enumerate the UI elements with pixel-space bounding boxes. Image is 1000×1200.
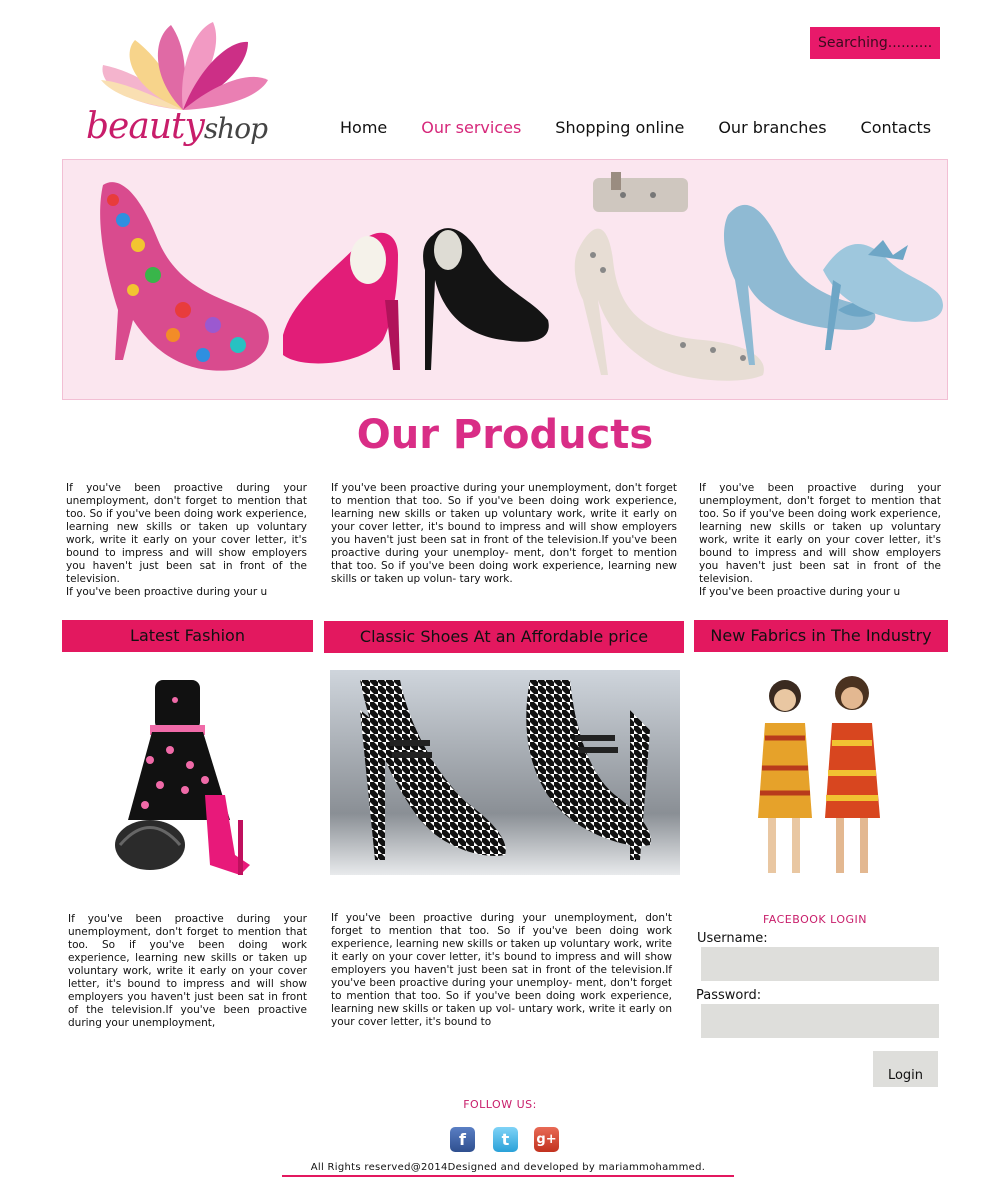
hero-banner: [62, 159, 948, 400]
blue-bow-shoes-image: [723, 204, 943, 365]
black-pump-image: [423, 228, 549, 370]
page-title: Our Products: [356, 412, 654, 458]
pink-pump-image: [283, 232, 400, 370]
product-paragraph-1: If you've been proactive during your une…: [66, 482, 307, 599]
jeweled-shoe-image: [100, 182, 269, 371]
follow-us-label: FOLLOW US:: [463, 1098, 537, 1111]
twitter-icon[interactable]: t: [493, 1127, 518, 1152]
nav-contacts[interactable]: Contacts: [861, 118, 932, 144]
nav-home[interactable]: Home: [340, 118, 387, 144]
lotus-logo-icon: [101, 22, 268, 110]
shoes-banner-image: [100, 172, 943, 381]
nav-our-services[interactable]: Our services: [421, 118, 521, 144]
nav-shopping-online[interactable]: Shopping online: [555, 118, 684, 144]
brand-wordmark: beautyshop: [86, 106, 268, 147]
facebook-login-title: FACEBOOK LOGIN: [762, 913, 868, 926]
brand-text-beauty: beauty: [86, 106, 205, 147]
password-label: Password:: [696, 988, 762, 1003]
paragraph-text: If you've been proactive during your une…: [66, 482, 307, 585]
section-classic-shoes[interactable]: Classic Shoes At an Affordable price: [324, 621, 684, 653]
username-label: Username:: [697, 931, 768, 946]
password-field[interactable]: [701, 1004, 939, 1038]
login-button[interactable]: Login: [873, 1051, 938, 1087]
username-field[interactable]: [701, 947, 939, 981]
nav-our-branches[interactable]: Our branches: [718, 118, 826, 144]
product-paragraph-2: If you've been proactive during your une…: [331, 482, 677, 585]
paragraph-text: If you've been proactive during your une…: [699, 482, 941, 585]
houndstooth-heels-image: [330, 670, 680, 875]
search-input[interactable]: [810, 27, 940, 59]
copyright-text: All Rights reserved@2014Designed and dev…: [282, 1162, 734, 1177]
facebook-icon[interactable]: f: [450, 1127, 475, 1152]
polka-dress-image: [100, 670, 270, 885]
paragraph-tail: If you've been proactive during your u: [66, 586, 268, 598]
brand-logo[interactable]: beautyshop: [78, 18, 288, 153]
brand-text-shop: shop: [203, 112, 268, 145]
main-nav: Home Our services Shopping online Our br…: [340, 118, 960, 144]
product-paragraph-3: If you've been proactive during your une…: [699, 482, 941, 599]
paragraph-tail: If you've been proactive during your u: [699, 586, 901, 598]
product-paragraph-4: If you've been proactive during your une…: [68, 913, 307, 1029]
google-plus-icon[interactable]: g+: [534, 1127, 559, 1152]
section-new-fabrics[interactable]: New Fabrics in The Industry: [694, 620, 948, 652]
product-paragraph-5: If you've been proactive during your une…: [331, 912, 672, 1028]
section-latest-fashion[interactable]: Latest Fashion: [62, 620, 313, 652]
fabric-models-image: [740, 668, 900, 880]
